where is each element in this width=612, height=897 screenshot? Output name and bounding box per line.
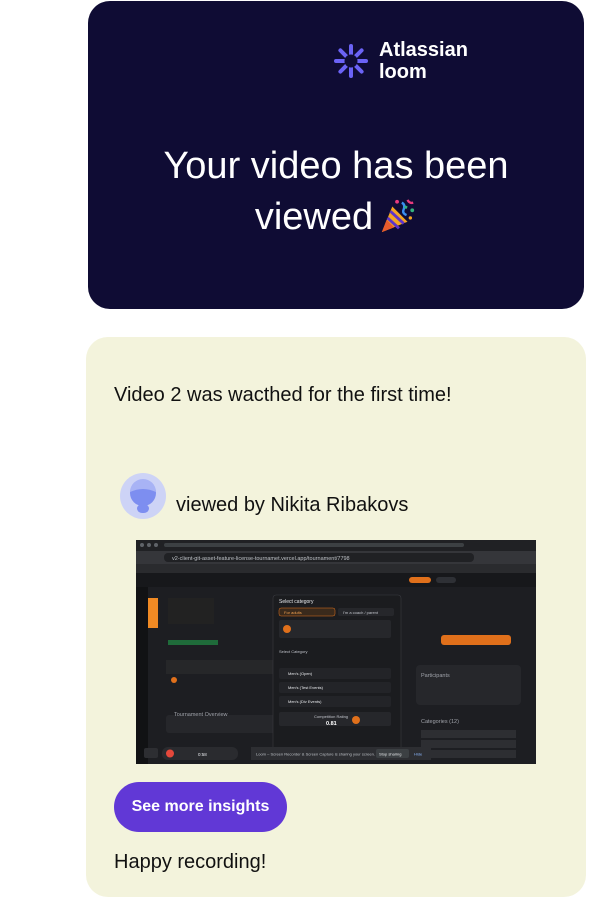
headline-line2: viewed (254, 196, 374, 238)
thumb-modal-title: Select category (279, 599, 314, 605)
video-screenshot: v2-client-git-asset-feature-license-tour… (136, 540, 536, 764)
headline-line1: Your video has been (163, 145, 509, 187)
brand-logo: Atlassian loom (333, 39, 468, 83)
thumb-participants: Participants (421, 673, 450, 679)
thumb-stop-sharing: Stop sharing (379, 752, 401, 757)
page-title: Your video has been viewed (88, 141, 584, 243)
signoff-text: Happy recording! (114, 851, 267, 873)
thumb-hide: Hide (414, 752, 423, 757)
thumb-time: 0:58 (198, 752, 207, 757)
thumb-rating-value: 0.81 (326, 721, 337, 727)
thumb-category-3: Men's (Div Events) (288, 699, 322, 704)
loom-logo-icon (334, 44, 368, 78)
view-message: Video 2 was wacthed for the first time! (114, 384, 452, 406)
notification-card: Video 2 was wacthed for the first time! … (86, 337, 586, 897)
brand-line1: Atlassian (379, 39, 468, 61)
thumb-category-1: Men's (Open) (288, 671, 313, 676)
thumb-url: v2-client-git-asset-feature-license-tour… (172, 556, 350, 562)
brand-name: Atlassian loom (379, 39, 468, 83)
party-popper-icon (381, 199, 415, 233)
hero-banner: Atlassian loom Your video has been viewe… (88, 1, 584, 309)
thumb-share-banner: Loom – Screen Recorder & Screen Capture … (256, 752, 375, 757)
thumb-category-2: Men's (Test Events) (288, 685, 324, 690)
avatar (120, 473, 166, 519)
headline-line2-wrap: viewed (88, 192, 584, 243)
thumb-tab-left: For adults (284, 610, 302, 615)
thumb-rating-label: Competition Rating (314, 714, 348, 719)
thumb-overview: Tournament Overview (174, 712, 228, 718)
thumb-tab-right: I'm a coach / parent (343, 610, 379, 615)
viewer-text: viewed by Nikita Ribakovs (176, 494, 409, 516)
viewer-row: viewed by Nikita Ribakovs (120, 473, 408, 519)
thumb-section-label: Select Category (279, 649, 307, 654)
video-thumbnail[interactable]: v2-client-git-asset-feature-license-tour… (136, 540, 536, 764)
thumb-categories: Categories (12) (421, 719, 459, 725)
see-more-insights-button[interactable]: See more insights (114, 782, 287, 832)
brand-line2: loom (379, 61, 427, 83)
